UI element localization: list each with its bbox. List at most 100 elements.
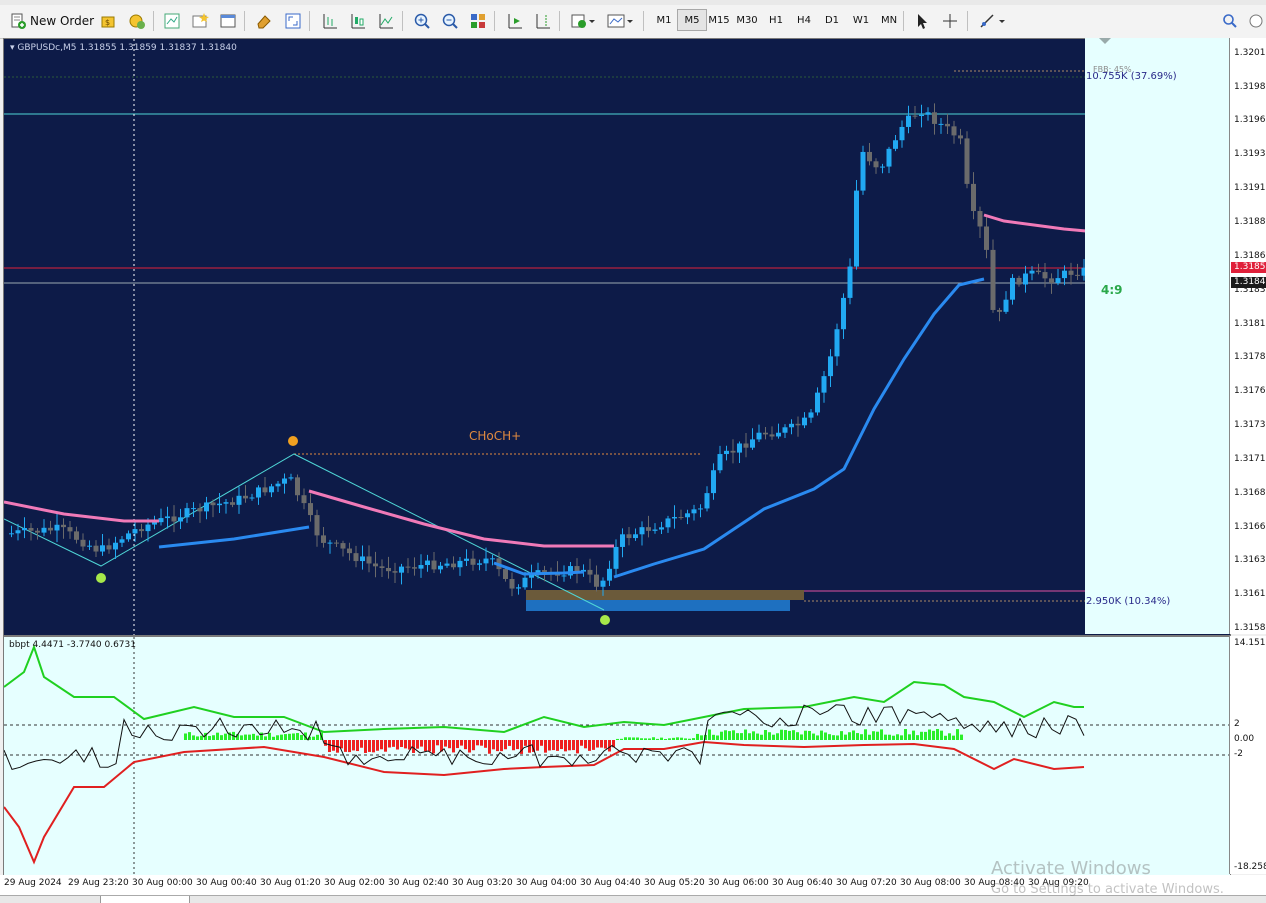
histogram-bar xyxy=(328,740,331,753)
price-label: 1.31660 xyxy=(1234,522,1266,532)
candle xyxy=(782,427,788,433)
market-watch-button[interactable]: $ xyxy=(96,9,120,33)
candle xyxy=(912,115,918,117)
histogram-bar xyxy=(284,734,287,740)
candle xyxy=(288,477,294,479)
demand-zone[interactable] xyxy=(526,600,790,611)
histogram-bar xyxy=(492,740,495,750)
auto-scroll-button[interactable] xyxy=(503,9,527,33)
timeframe-m15[interactable]: M15 xyxy=(704,9,734,31)
histogram-bar xyxy=(248,734,251,740)
timeframe-m30[interactable]: M30 xyxy=(732,9,762,31)
price-label: 1.31885 xyxy=(1234,217,1266,227)
candle xyxy=(230,502,235,505)
histogram-bar xyxy=(708,729,711,740)
candle xyxy=(802,417,807,426)
candlestick-button[interactable] xyxy=(346,9,370,33)
histogram-bar xyxy=(884,734,887,740)
histogram-bar xyxy=(416,740,419,749)
timeframe-d1[interactable]: D1 xyxy=(817,9,847,31)
indicators-dropdown[interactable] xyxy=(567,9,599,33)
timeframe-h1[interactable]: H1 xyxy=(761,9,791,31)
robot-coins-icon xyxy=(129,14,145,29)
auto-trading-button[interactable] xyxy=(125,9,149,33)
time-label: 30 Aug 00:00 xyxy=(132,878,193,888)
candle xyxy=(600,580,606,587)
toolbar-separator xyxy=(244,11,245,31)
histogram-bar xyxy=(224,733,227,740)
candle xyxy=(821,376,827,393)
line-chart-button[interactable] xyxy=(374,9,398,33)
search-button[interactable] xyxy=(1218,9,1242,33)
bar-chart-button[interactable] xyxy=(318,9,342,33)
candle xyxy=(145,524,151,532)
chart-window-icon xyxy=(607,14,633,28)
histogram-bar xyxy=(952,735,955,740)
periods-dropdown[interactable] xyxy=(603,9,637,33)
price-chart[interactable]: ▾ GBPUSDc,M5 1.31855 1.31859 1.31837 1.3… xyxy=(3,38,1231,636)
price-scale[interactable]: 1.32010 1.31985 1.31960 1.31935 1.31910 … xyxy=(1229,38,1266,634)
templates-button[interactable] xyxy=(188,9,212,33)
shift-marker-icon[interactable] xyxy=(1099,38,1111,44)
histogram-bar xyxy=(192,735,195,740)
timeframe-m5[interactable]: M5 xyxy=(677,9,707,31)
histogram-bar xyxy=(700,735,703,740)
fullscreen-button[interactable] xyxy=(281,9,305,33)
cursor-button[interactable] xyxy=(910,9,934,33)
candle xyxy=(639,527,645,535)
histogram-bar xyxy=(444,740,447,747)
histogram-bar xyxy=(348,740,351,753)
profiles-button[interactable] xyxy=(160,9,184,33)
time-label: 30 Aug 04:00 xyxy=(516,878,577,888)
chat-icon xyxy=(1249,14,1263,28)
candle xyxy=(282,478,287,484)
timeframe-h4[interactable]: H4 xyxy=(789,9,819,31)
zoom-out-icon xyxy=(442,13,458,29)
histogram-bar xyxy=(572,740,575,751)
histogram-bar xyxy=(876,731,879,740)
indicator-window[interactable]: bbpt 4.4471 -3.7740 0.6731 xyxy=(3,636,1231,876)
zoom-in-button[interactable] xyxy=(410,9,434,33)
data-window-button[interactable] xyxy=(252,9,276,33)
candle xyxy=(964,138,970,184)
histogram-bar xyxy=(956,729,959,740)
candle xyxy=(750,439,755,448)
timeframe-m1[interactable]: M1 xyxy=(649,9,679,31)
candle xyxy=(93,545,99,552)
chat-button[interactable] xyxy=(1244,9,1266,33)
histogram-bar xyxy=(764,729,767,740)
histogram-bar xyxy=(588,740,591,751)
histogram-bar xyxy=(208,735,211,740)
window-icon xyxy=(220,14,236,28)
candle xyxy=(665,518,671,528)
tile-windows-button[interactable] xyxy=(466,9,490,33)
histogram-bar xyxy=(780,729,783,740)
candle xyxy=(1016,277,1022,285)
navigator-button[interactable] xyxy=(216,9,240,33)
candle xyxy=(789,423,794,428)
chart-shift-button[interactable] xyxy=(531,9,555,33)
histogram-bar xyxy=(696,733,699,740)
line-studies-dropdown[interactable] xyxy=(975,9,1009,33)
upper-ratio-label: 10.755K (37.69%) xyxy=(1086,71,1177,82)
price-label: 1.31735 xyxy=(1234,420,1266,430)
candle xyxy=(704,493,710,509)
candle xyxy=(776,432,781,437)
ratio-text: 4:9 xyxy=(1101,283,1123,297)
indicator-scale[interactable]: 14.1518 2 0.00 -2 -18.2589 xyxy=(1229,636,1266,874)
zoom-out-button[interactable] xyxy=(438,9,462,33)
candle xyxy=(984,226,989,250)
crosshair-button[interactable] xyxy=(938,9,962,33)
timeframe-mn[interactable]: MN xyxy=(874,9,904,31)
timeframe-w1[interactable]: W1 xyxy=(846,9,876,31)
histogram-bar xyxy=(716,735,719,740)
new-order-button[interactable]: New Order xyxy=(10,9,94,33)
candle xyxy=(165,516,170,519)
candle xyxy=(210,502,216,506)
indicator-scale-label: -2 xyxy=(1234,749,1243,759)
candle xyxy=(405,566,411,568)
price-label: 1.31585 xyxy=(1234,623,1266,633)
histogram-bar xyxy=(356,740,359,752)
histogram-bar xyxy=(676,737,679,740)
candle xyxy=(971,183,976,212)
